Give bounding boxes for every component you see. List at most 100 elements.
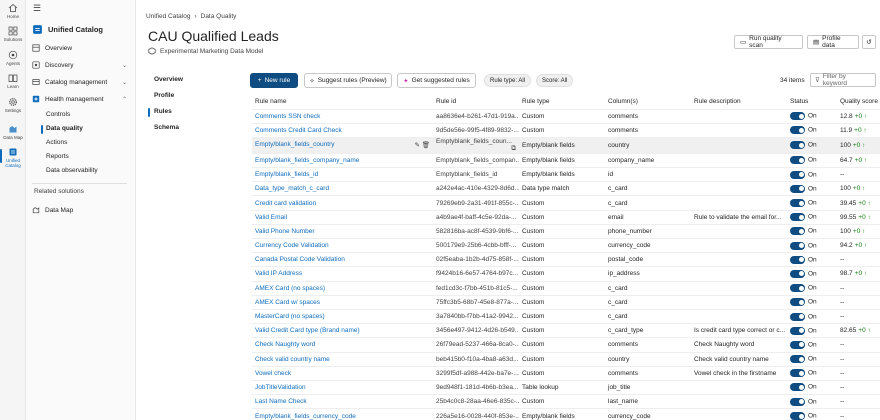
nav-data-map[interactable]: Data Map [32,204,127,216]
table-row[interactable]: JobTitleValidation 9ed948f1-181d-4b6b-b3e… [252,379,880,395]
rail-settings[interactable]: Settings [0,97,26,113]
table-row[interactable]: Valid Email a4b9ae4f-baff-4c5e-92da-... Cu… [252,209,880,225]
run-quality-scan-button[interactable]: ▭ Run quality scan [734,35,803,49]
status-toggle[interactable] [790,326,805,335]
rail-agents[interactable]: Agents [0,50,26,66]
table-row[interactable]: Data_type_match_c_card a242e4ac-410e-4329… [252,181,880,196]
rule-name-link[interactable]: Comments Credit Card Check [252,122,433,138]
rule-name-link[interactable]: Currency Code Validation [252,237,433,253]
col-rule-id[interactable]: Rule id [433,94,519,109]
table-row[interactable]: AMEX Card w/ spaces 75ffc3b5-68b7-45e8-87… [252,294,880,310]
status-toggle[interactable] [790,397,805,406]
rule-name-link[interactable]: Valid IP Address [252,266,433,282]
rule-name-link[interactable]: Empty/blank_fields_id [252,167,433,182]
tab-schema[interactable]: Schema [154,124,179,131]
tab-rules[interactable]: Rules [148,108,172,117]
table-row[interactable]: Canada Postal Code Validation 02f5eaba-1b… [252,252,880,267]
rule-type-filter[interactable]: Rule type: All [484,74,532,87]
rule-name-link[interactable]: JobTitleValidation [252,379,433,395]
status-toggle[interactable] [790,241,805,250]
hamburger-icon[interactable]: ☰ [33,3,41,14]
table-row[interactable]: AMEX Card (no spaces) fed1cd3c-f7bb-451b-… [252,280,880,296]
rule-name-link[interactable]: Last Name Check [252,394,433,409]
rule-name-link[interactable]: AMEX Card (no spaces) [252,280,433,296]
status-toggle[interactable] [790,156,805,165]
status-toggle[interactable] [790,383,805,392]
rule-name-link[interactable]: Check Naughty word [252,337,433,352]
status-toggle[interactable] [790,184,805,193]
edit-icon[interactable]: ✎ [414,142,419,149]
status-toggle[interactable] [790,141,805,150]
tab-profile[interactable]: Profile [154,92,174,99]
copy-icon[interactable]: ⧉ [511,145,516,153]
rule-name-link[interactable]: Valid Email [252,209,433,225]
status-toggle[interactable] [790,340,805,349]
nav-actions[interactable]: Actions [46,139,67,146]
table-row[interactable]: Credit card validation 79269eb9-2a31-491f… [252,195,880,211]
col-rule-type[interactable]: Rule type [519,94,605,109]
nav-reports[interactable]: Reports [46,153,69,160]
status-toggle[interactable] [790,355,805,364]
profile-data-button[interactable]: ▤ Profile data [807,35,859,49]
nav-overview[interactable]: Overview [32,42,127,54]
rule-name-link[interactable]: Valid Phone Number [252,223,433,239]
table-row[interactable]: Empty/blank_fields_country ✎ 🗑 Emptyblank_… [252,136,880,154]
col-rule-name[interactable]: Rule name [252,94,433,109]
status-toggle[interactable] [790,112,805,121]
status-toggle[interactable] [790,298,805,307]
rule-name-link[interactable]: Canada Postal Code Validation [252,252,433,267]
rule-name-link[interactable]: Empty/blank_fields_currency_code [252,408,433,420]
rail-datamap[interactable]: Data Map [0,124,26,140]
table-row[interactable]: Comments SSN check aa8636e4-b261-47d1-919… [252,108,880,124]
delete-icon[interactable]: 🗑 [422,142,430,149]
table-row[interactable]: Empty/blank_fields_id Emptyblank_fields_i… [252,167,880,182]
col-columns[interactable]: Column(s) [605,94,691,109]
score-filter[interactable]: Score: All [536,74,574,87]
nav-data-quality[interactable]: Data quality [41,125,83,134]
nav-catalog-management[interactable]: Catalog management ⌄ [32,76,127,88]
table-row[interactable]: Vowel check 3299f5df-a988-442e-ba7e-... Cu… [252,365,880,381]
table-row[interactable]: Valid IP Address f9424b16-6e57-4764-b97c.… [252,266,880,282]
status-toggle[interactable] [790,312,805,321]
table-row[interactable]: Comments Credit Card Check 9d5de56e-99f5-… [252,122,880,138]
col-status[interactable]: Status [787,94,837,109]
status-toggle[interactable] [790,412,805,420]
suggest-rules-button[interactable]: ✧ Suggest rules (Preview) [304,73,392,88]
rail-learn[interactable]: Learn [0,73,26,89]
rule-name-link[interactable]: Empty/blank_fields_company_name [252,152,433,168]
table-row[interactable]: Empty/blank_fields_company_name Emptyblan… [252,152,880,168]
rule-name-link[interactable]: Vowel check [252,365,433,381]
nav-discovery[interactable]: Discovery ⌄ [32,59,127,71]
table-row[interactable]: Empty/blank_fields_currency_code 226a5e16… [252,408,880,420]
status-toggle[interactable] [790,170,805,179]
rail-home[interactable]: Home [0,3,26,19]
rule-name-link[interactable]: AMEX Card w/ spaces [252,294,433,310]
history-button[interactable]: ↺ [862,35,876,49]
nav-data-observability[interactable]: Data observability [46,167,98,174]
breadcrumb-unified-catalog[interactable]: Unified Catalog [146,13,190,20]
rule-name-link[interactable]: Comments SSN check [252,108,433,124]
status-toggle[interactable] [790,213,805,222]
status-toggle[interactable] [790,284,805,293]
table-row[interactable]: Currency Code Validation 500179e9-25b6-4c… [252,237,880,253]
filter-input[interactable]: ⊽ Filter by keyword [810,73,876,87]
breadcrumb-data-quality[interactable]: Data Quality [201,13,237,20]
rail-solutions[interactable]: Solutions [0,26,26,42]
status-toggle[interactable] [790,126,805,135]
status-toggle[interactable] [790,255,805,264]
status-toggle[interactable] [790,269,805,278]
nav-controls[interactable]: Controls [46,111,70,118]
table-row[interactable]: MasterCard (no spaces) 3a7840bb-f7bb-41a2… [252,308,880,324]
table-row[interactable]: Check valid country name beb415b0-f10a-4b… [252,351,880,367]
get-suggested-rules-button[interactable]: ✦ Get suggested rules [397,73,476,88]
rule-name-link[interactable]: Credit card validation [252,195,433,211]
rule-name-link[interactable]: Data_type_match_c_card [252,181,433,196]
new-rule-button[interactable]: + New rule [250,73,298,88]
tab-overview[interactable]: Overview [154,76,183,83]
rule-name-link[interactable]: MasterCard (no spaces) [252,308,433,324]
table-row[interactable]: Last Name Check 25b4c0c8-28aa-46e6-835c-.… [252,394,880,409]
status-toggle[interactable] [790,227,805,236]
rule-name-link[interactable]: Valid Credit Card type (Brand name) [252,323,433,338]
status-toggle[interactable] [790,199,805,208]
col-rule-description[interactable]: Rule description [691,94,787,109]
